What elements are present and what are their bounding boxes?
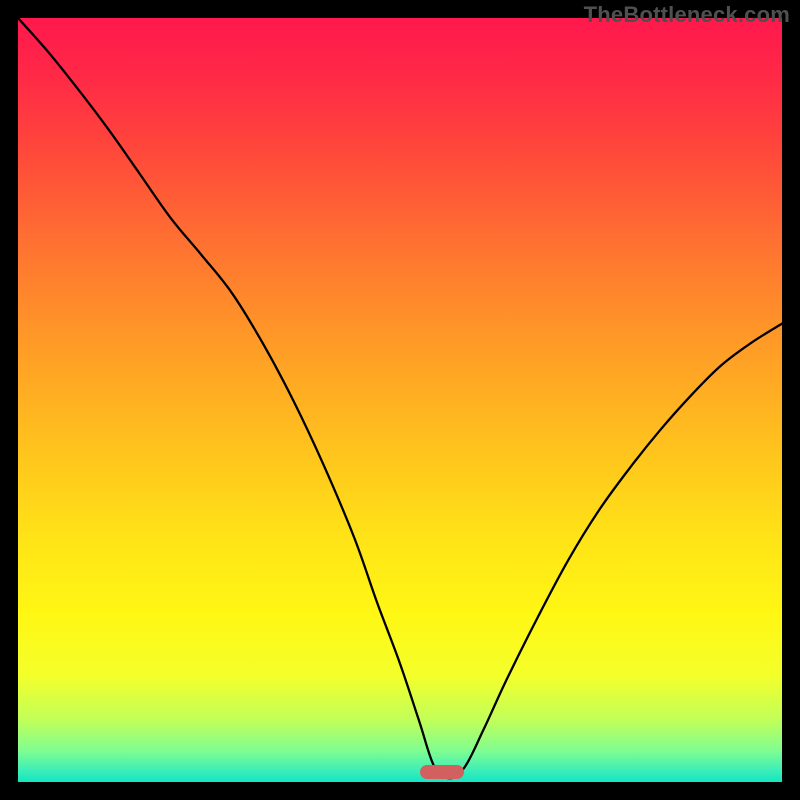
plot-area [18, 18, 782, 782]
gradient-background [18, 18, 782, 782]
plot-svg [18, 18, 782, 782]
chart-frame: TheBottleneck.com [0, 0, 800, 800]
watermark-text: TheBottleneck.com [584, 2, 790, 28]
